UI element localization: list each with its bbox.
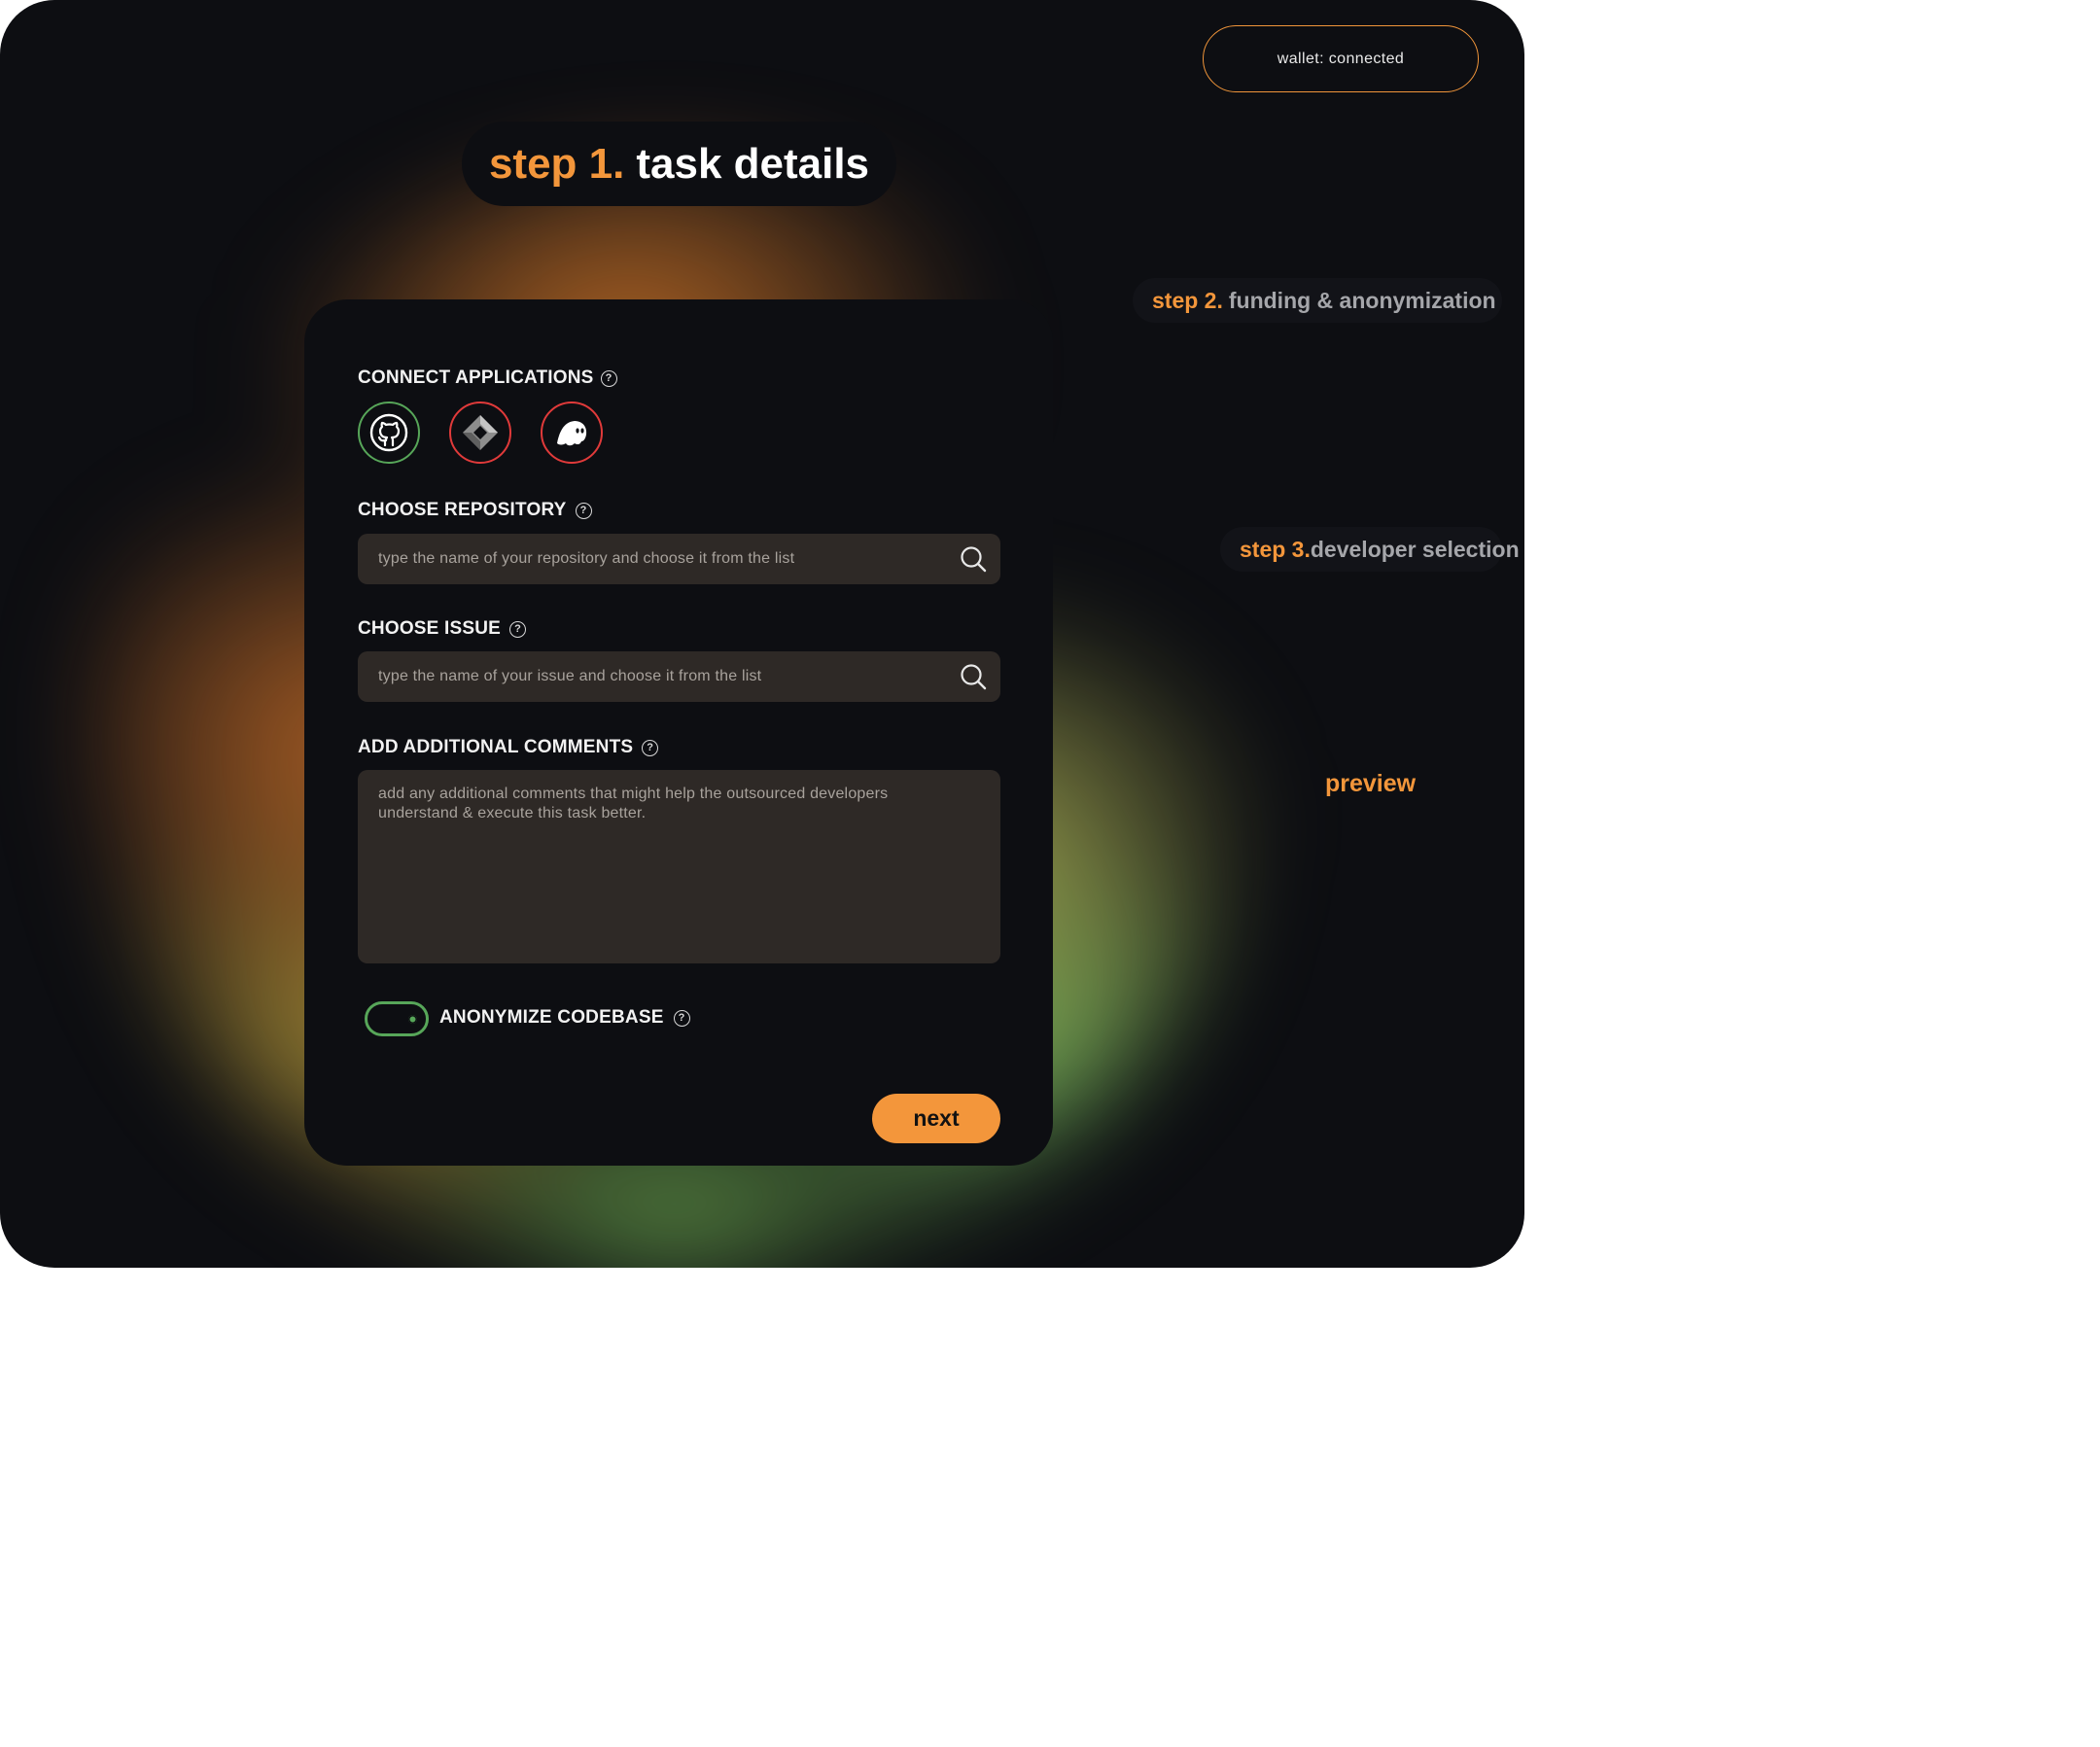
github-icon bbox=[369, 413, 408, 452]
choose-repository-label: CHOOSE REPOSITORY ? bbox=[358, 500, 592, 521]
help-icon[interactable]: ? bbox=[642, 739, 659, 756]
jira-icon bbox=[463, 415, 498, 450]
search-icon[interactable] bbox=[960, 545, 987, 573]
jira-app-button[interactable] bbox=[449, 402, 511, 464]
repository-placeholder: type the name of your repository and cho… bbox=[378, 550, 795, 567]
wallet-status-label: wallet: connected bbox=[1277, 50, 1405, 67]
choose-issue-text: CHOOSE ISSUE bbox=[358, 618, 502, 639]
help-icon[interactable]: ? bbox=[575, 502, 592, 519]
help-icon[interactable]: ? bbox=[509, 620, 527, 638]
help-icon[interactable]: ? bbox=[600, 369, 617, 387]
step-2-number: step 2. bbox=[1152, 287, 1223, 313]
step-2-link[interactable]: step 2. funding & anonymization bbox=[1133, 278, 1502, 323]
anonymize-codebase-text: ANONYMIZE CODEBASE bbox=[439, 1007, 664, 1028]
anonymize-codebase-label: ANONYMIZE CODEBASE ? bbox=[439, 1007, 690, 1029]
preview-link[interactable]: preview bbox=[1325, 770, 1416, 798]
comments-placeholder: add any additional comments that might h… bbox=[378, 786, 889, 821]
step-2-label: funding & anonymization bbox=[1228, 287, 1496, 313]
step-1-label: task details bbox=[636, 139, 870, 188]
next-button[interactable]: next bbox=[872, 1094, 1000, 1143]
step-3-link[interactable]: step 3. developer selection bbox=[1220, 527, 1520, 572]
ghost-app-button[interactable] bbox=[541, 402, 603, 464]
repository-search-input[interactable]: type the name of your repository and cho… bbox=[358, 534, 1000, 584]
connect-applications-text: CONNECT APPLICATIONS bbox=[358, 367, 594, 388]
step-1-title: step 1. task details bbox=[462, 122, 896, 206]
issue-search-input[interactable]: type the name of your issue and choose i… bbox=[358, 651, 1000, 702]
toggle-knob bbox=[408, 1015, 417, 1024]
connect-applications-label: CONNECT APPLICATIONS ? bbox=[358, 367, 617, 389]
step-3-label: developer selection bbox=[1310, 536, 1520, 562]
app-window: wallet: connected step 1. task details s… bbox=[0, 0, 1524, 1268]
task-details-card: CONNECT APPLICATIONS ? CHOOSE REPOSITORY… bbox=[304, 299, 1053, 1166]
step-1-number: step 1. bbox=[488, 139, 625, 188]
connected-apps bbox=[358, 402, 603, 464]
ghost-icon bbox=[557, 421, 587, 446]
choose-issue-label: CHOOSE ISSUE ? bbox=[358, 618, 527, 640]
github-app-button[interactable] bbox=[358, 402, 420, 464]
help-icon[interactable]: ? bbox=[673, 1009, 690, 1027]
anonymize-toggle[interactable] bbox=[365, 1001, 429, 1036]
additional-comments-label: ADD ADDITIONAL COMMENTS ? bbox=[358, 737, 659, 758]
issue-placeholder: type the name of your issue and choose i… bbox=[378, 668, 762, 684]
wallet-status-button[interactable]: wallet: connected bbox=[1203, 25, 1479, 92]
search-icon[interactable] bbox=[960, 663, 987, 690]
step-3-number: step 3. bbox=[1240, 536, 1311, 562]
comments-textarea[interactable]: add any additional comments that might h… bbox=[358, 770, 1000, 963]
additional-comments-text: ADD ADDITIONAL COMMENTS bbox=[358, 737, 634, 757]
choose-repository-text: CHOOSE REPOSITORY bbox=[358, 500, 567, 520]
